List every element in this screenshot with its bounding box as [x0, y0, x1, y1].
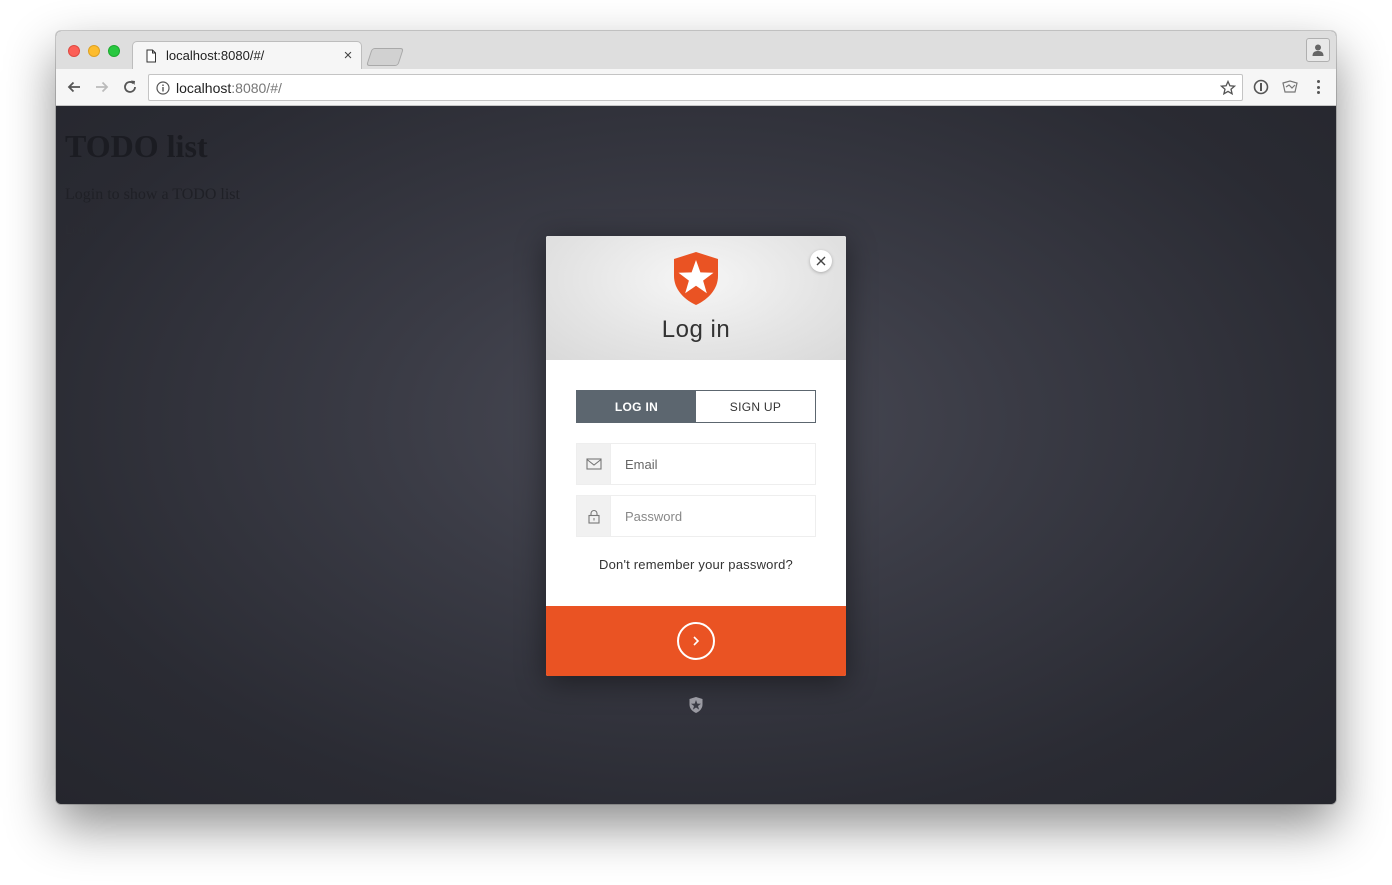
chevron-right-icon — [693, 636, 700, 646]
password-field — [576, 495, 816, 537]
minimize-window-button[interactable] — [88, 45, 100, 57]
info-icon[interactable] — [156, 80, 170, 95]
modal-title: Log in — [661, 316, 731, 343]
tab-log-in[interactable]: LOG IN — [577, 391, 696, 422]
page-content: TODO list Login to show a TODO list Logi… — [56, 106, 1336, 804]
modal-close-button[interactable] — [810, 250, 832, 272]
reload-button[interactable] — [120, 77, 140, 97]
login-tabs: LOG IN SIGN UP — [576, 390, 816, 423]
email-field-icon-box — [577, 444, 611, 484]
document-icon — [146, 49, 156, 62]
close-window-button[interactable] — [68, 45, 80, 57]
reload-icon — [124, 80, 136, 93]
menu-dot — [1316, 91, 1320, 94]
envelope-icon — [585, 458, 602, 470]
forward-arrow-icon — [96, 81, 109, 93]
forward-button[interactable] — [92, 77, 112, 97]
tab-close-icon[interactable]: × — [340, 47, 356, 64]
email-input[interactable] — [611, 444, 815, 484]
page-message: Login to show a TODO list — [65, 186, 240, 203]
close-icon — [816, 256, 826, 266]
tab-bar: localhost:8080/#/ × — [56, 31, 1336, 70]
login-button[interactable]: Login — [65, 222, 97, 237]
maximize-window-button[interactable] — [108, 45, 120, 57]
menu-dot — [1316, 80, 1320, 83]
browser-window: localhost:8080/#/ × localhost:8080/#/ T… — [56, 31, 1336, 804]
tab-title: localhost:8080/#/ — [166, 48, 265, 63]
password-field-icon-box — [577, 496, 611, 536]
person-icon — [1312, 44, 1324, 56]
profile-button[interactable] — [1306, 38, 1330, 62]
back-button[interactable] — [64, 77, 84, 97]
extension-icon[interactable] — [1281, 79, 1299, 95]
new-tab-button[interactable] — [366, 48, 404, 66]
browser-toolbar: localhost :8080/#/ — [56, 69, 1336, 106]
login-modal: Log in LOG IN SIGN UP Email Don't rememb… — [546, 236, 846, 676]
tab-sign-up[interactable]: SIGN UP — [696, 391, 815, 422]
modal-header: Log in — [546, 236, 846, 360]
forgot-password-link[interactable]: Don't remember your password? — [546, 557, 846, 572]
back-arrow-icon — [67, 81, 80, 93]
lock-icon — [587, 509, 600, 524]
star-icon[interactable] — [1220, 80, 1236, 96]
email-field — [576, 443, 816, 485]
menu-button[interactable] — [1312, 78, 1324, 96]
password-manager-extension-icon[interactable] — [1253, 79, 1269, 95]
menu-dot — [1316, 85, 1320, 89]
submit-circle — [677, 622, 715, 660]
url-path: :8080/#/ — [231, 79, 282, 96]
submit-button[interactable] — [546, 606, 846, 676]
password-input[interactable] — [611, 496, 815, 536]
browser-tab-content[interactable]: localhost:8080/#/ × — [142, 41, 358, 70]
auth0-shield-icon — [674, 252, 718, 305]
url-host: localhost — [176, 79, 232, 96]
address-bar[interactable]: localhost :8080/#/ — [148, 74, 1243, 101]
auth0-badge-icon[interactable] — [688, 696, 704, 714]
page-title: TODO list — [65, 128, 208, 164]
